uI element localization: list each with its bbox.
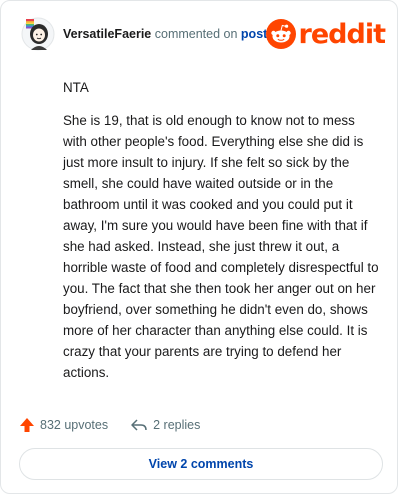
- reddit-snoo-icon: [265, 19, 296, 49]
- comment-meta: VersatileFaerie commented on post: [63, 27, 267, 41]
- upvote-control[interactable]: 832 upvotes: [19, 417, 108, 433]
- comment-body: NTA She is 19, that is old enough to kno…: [63, 77, 381, 395]
- replies-control[interactable]: 2 replies: [130, 417, 200, 433]
- username-link[interactable]: VersatileFaerie: [63, 27, 151, 41]
- comment-footer: 832 upvotes 2 replies: [19, 414, 200, 436]
- reddit-logo[interactable]: reddit: [265, 17, 386, 51]
- comment-paragraph: NTA: [63, 80, 89, 95]
- comment-header: VersatileFaerie commented on post reddit: [21, 17, 386, 53]
- upvote-arrow-icon: [20, 418, 34, 432]
- comment-paragraph: She is 19, that is old enough to know no…: [63, 113, 379, 380]
- avatar-icon: [21, 17, 55, 51]
- reply-arrow-icon: [131, 419, 147, 431]
- upvote-count: 832 upvotes: [40, 418, 109, 432]
- view-comments-button[interactable]: View 2 comments: [19, 448, 383, 480]
- action-text: commented on: [154, 27, 238, 41]
- replies-count: 2 replies: [153, 418, 201, 432]
- comment-card: VersatileFaerie commented on post reddit…: [0, 0, 398, 494]
- user-avatar[interactable]: [21, 17, 55, 51]
- post-link[interactable]: post: [241, 27, 267, 41]
- reddit-wordmark: reddit: [298, 18, 386, 50]
